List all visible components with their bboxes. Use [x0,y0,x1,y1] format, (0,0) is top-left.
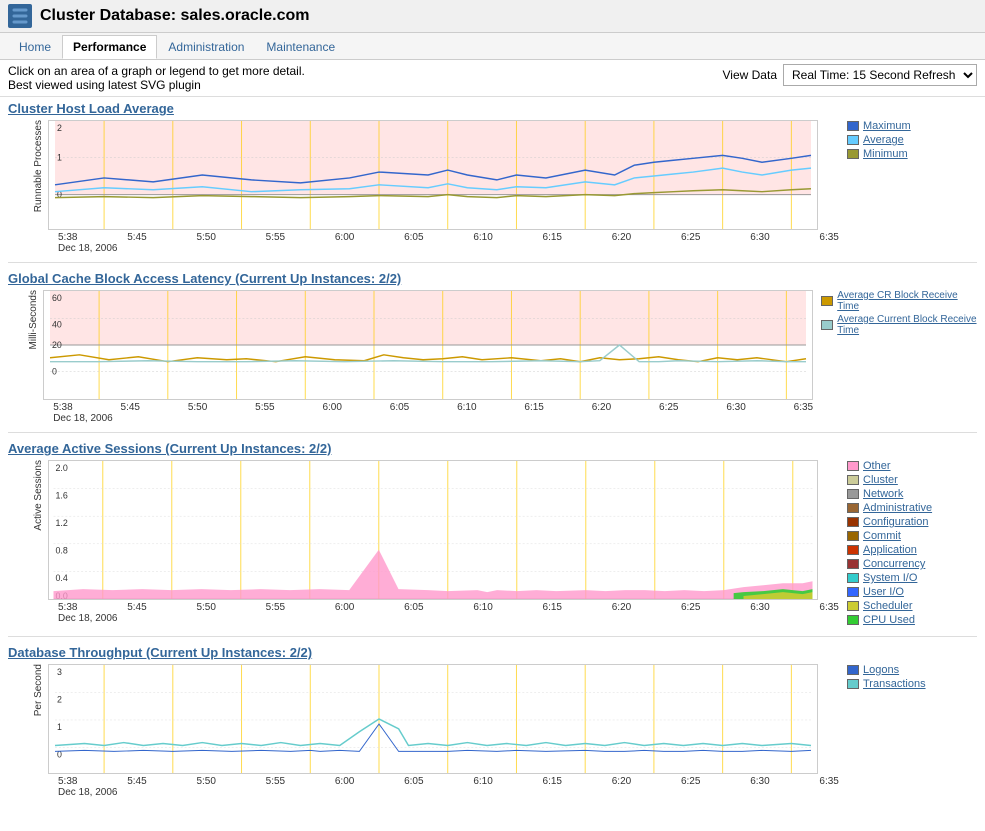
page-title: Cluster Database: sales.oracle.com [40,7,309,25]
chart-title-3[interactable]: Average Active Sessions (Current Up Inst… [8,441,977,456]
view-data-label: View Data [723,68,777,82]
svg-text:1.2: 1.2 [55,518,67,528]
svg-text:1: 1 [57,152,62,162]
page-header: Cluster Database: sales.oracle.com [0,0,985,33]
info-bar-left: Click on an area of a graph or legend to… [8,64,305,92]
legend-color-system-io [847,573,859,583]
chart-svg-area-1[interactable]: 2 1 0 5:385:455:505:556:006:056:106:156:… [48,120,839,254]
chart-section-4: Database Throughput (Current Up Instance… [8,645,977,806]
svg-text:1.6: 1.6 [55,490,67,500]
chart1-date: Dec 18, 2006 [48,243,839,254]
svg-text:1: 1 [57,722,62,732]
legend-item-commit[interactable]: Commit [847,530,977,542]
chart-section-1: Cluster Host Load Average Runnable Proce… [8,101,977,263]
chart4-legend: Logons Transactions [847,664,977,692]
legend-color-cpu [847,615,859,625]
legend-color-cr [821,296,833,306]
legend-item-minimum[interactable]: Minimum [847,148,977,160]
y-axis-label-1: Runnable Processes [8,120,48,212]
legend-item-cr-block[interactable]: Average CR Block Receive Time [821,290,977,312]
tab-home[interactable]: Home [8,35,62,59]
chart-title-4[interactable]: Database Throughput (Current Up Instance… [8,645,977,660]
chart3-legend: Other Cluster Network Administrative Con… [847,460,977,628]
legend-color-minimum [847,149,859,159]
chart-svg-area-2[interactable]: 60 40 20 0 5:385:455:505:556:006:056:106… [43,290,813,424]
svg-text:2.0: 2.0 [55,463,67,473]
legend-color-transactions [847,679,859,689]
legend-item-concurrency[interactable]: Concurrency [847,558,977,570]
db-icon [8,4,32,28]
svg-text:0: 0 [52,366,57,376]
svg-text:2: 2 [57,694,62,704]
svg-note[interactable]: Best viewed using latest SVG plugin [8,78,305,92]
legend-color-maximum [847,121,859,131]
legend-color-admin [847,503,859,513]
svg-text:2: 2 [57,123,62,133]
tab-maintenance[interactable]: Maintenance [255,35,346,59]
svg-text:60: 60 [52,293,62,303]
svg-text:0.8: 0.8 [55,546,67,556]
legend-item-application[interactable]: Application [847,544,977,556]
legend-color-network [847,489,859,499]
y-axis-label-2: Milli-Seconds [8,290,43,349]
legend-item-transactions[interactable]: Transactions [847,678,977,690]
legend-item-other[interactable]: Other [847,460,977,472]
legend-color-commit [847,531,859,541]
chart-section-2: Global Cache Block Access Latency (Curre… [8,271,977,433]
legend-item-administrative[interactable]: Administrative [847,502,977,514]
legend-color-current [821,320,833,330]
chart-title-2[interactable]: Global Cache Block Access Latency (Curre… [8,271,977,286]
legend-item-configuration[interactable]: Configuration [847,516,977,528]
legend-color-concurrency [847,559,859,569]
chart2-date: Dec 18, 2006 [43,413,813,424]
svg-text:40: 40 [52,319,62,329]
info-bar-right: View Data Real Time: 15 Second Refresh R… [723,64,977,86]
legend-color-logons [847,665,859,675]
chart4-date: Dec 18, 2006 [48,787,839,798]
legend-item-system-io[interactable]: System I/O [847,572,977,584]
chart-svg-area-3[interactable]: 2.0 1.6 1.2 0.8 0.4 0.0 5:385:455:505:55… [48,460,839,624]
legend-item-maximum[interactable]: Maximum [847,120,977,132]
legend-color-other [847,461,859,471]
svg-text:3: 3 [57,667,62,677]
legend-item-network[interactable]: Network [847,488,977,500]
chart1-legend: Maximum Average Minimum [847,120,977,162]
legend-color-config [847,517,859,527]
chart2-legend: Average CR Block Receive Time Average Cu… [821,290,977,338]
chart-title-1[interactable]: Cluster Host Load Average [8,101,977,116]
info-bar: Click on an area of a graph or legend to… [0,60,985,97]
chart-svg-area-4[interactable]: 3 2 1 0 5:385:455:505:556:006:056:106:15… [48,664,839,798]
chart3-date: Dec 18, 2006 [48,613,839,624]
main-content: Cluster Host Load Average Runnable Proce… [0,97,985,818]
y-axis-label-3: Active Sessions [8,460,48,531]
svg-text:0.4: 0.4 [55,573,67,583]
click-info-text: Click on an area of a graph or legend to… [8,64,305,78]
y-axis-label-4: Per Second [8,664,48,716]
legend-item-logons[interactable]: Logons [847,664,977,676]
legend-item-scheduler[interactable]: Scheduler [847,600,977,612]
legend-color-average [847,135,859,145]
legend-color-application [847,545,859,555]
view-data-select[interactable]: Real Time: 15 Second Refresh Real Time: … [783,64,977,86]
legend-color-user-io [847,587,859,597]
svg-text:20: 20 [52,340,62,350]
legend-item-current-block[interactable]: Average Current Block Receive Time [821,314,977,336]
legend-item-cluster[interactable]: Cluster [847,474,977,486]
chart-section-3: Average Active Sessions (Current Up Inst… [8,441,977,637]
legend-color-scheduler [847,601,859,611]
tab-administration[interactable]: Administration [157,35,255,59]
legend-color-cluster [847,475,859,485]
tab-performance[interactable]: Performance [62,35,157,59]
nav-tabs: Home Performance Administration Maintena… [0,33,985,60]
legend-item-user-io[interactable]: User I/O [847,586,977,598]
legend-item-average[interactable]: Average [847,134,977,146]
legend-item-cpu-used[interactable]: CPU Used [847,614,977,626]
